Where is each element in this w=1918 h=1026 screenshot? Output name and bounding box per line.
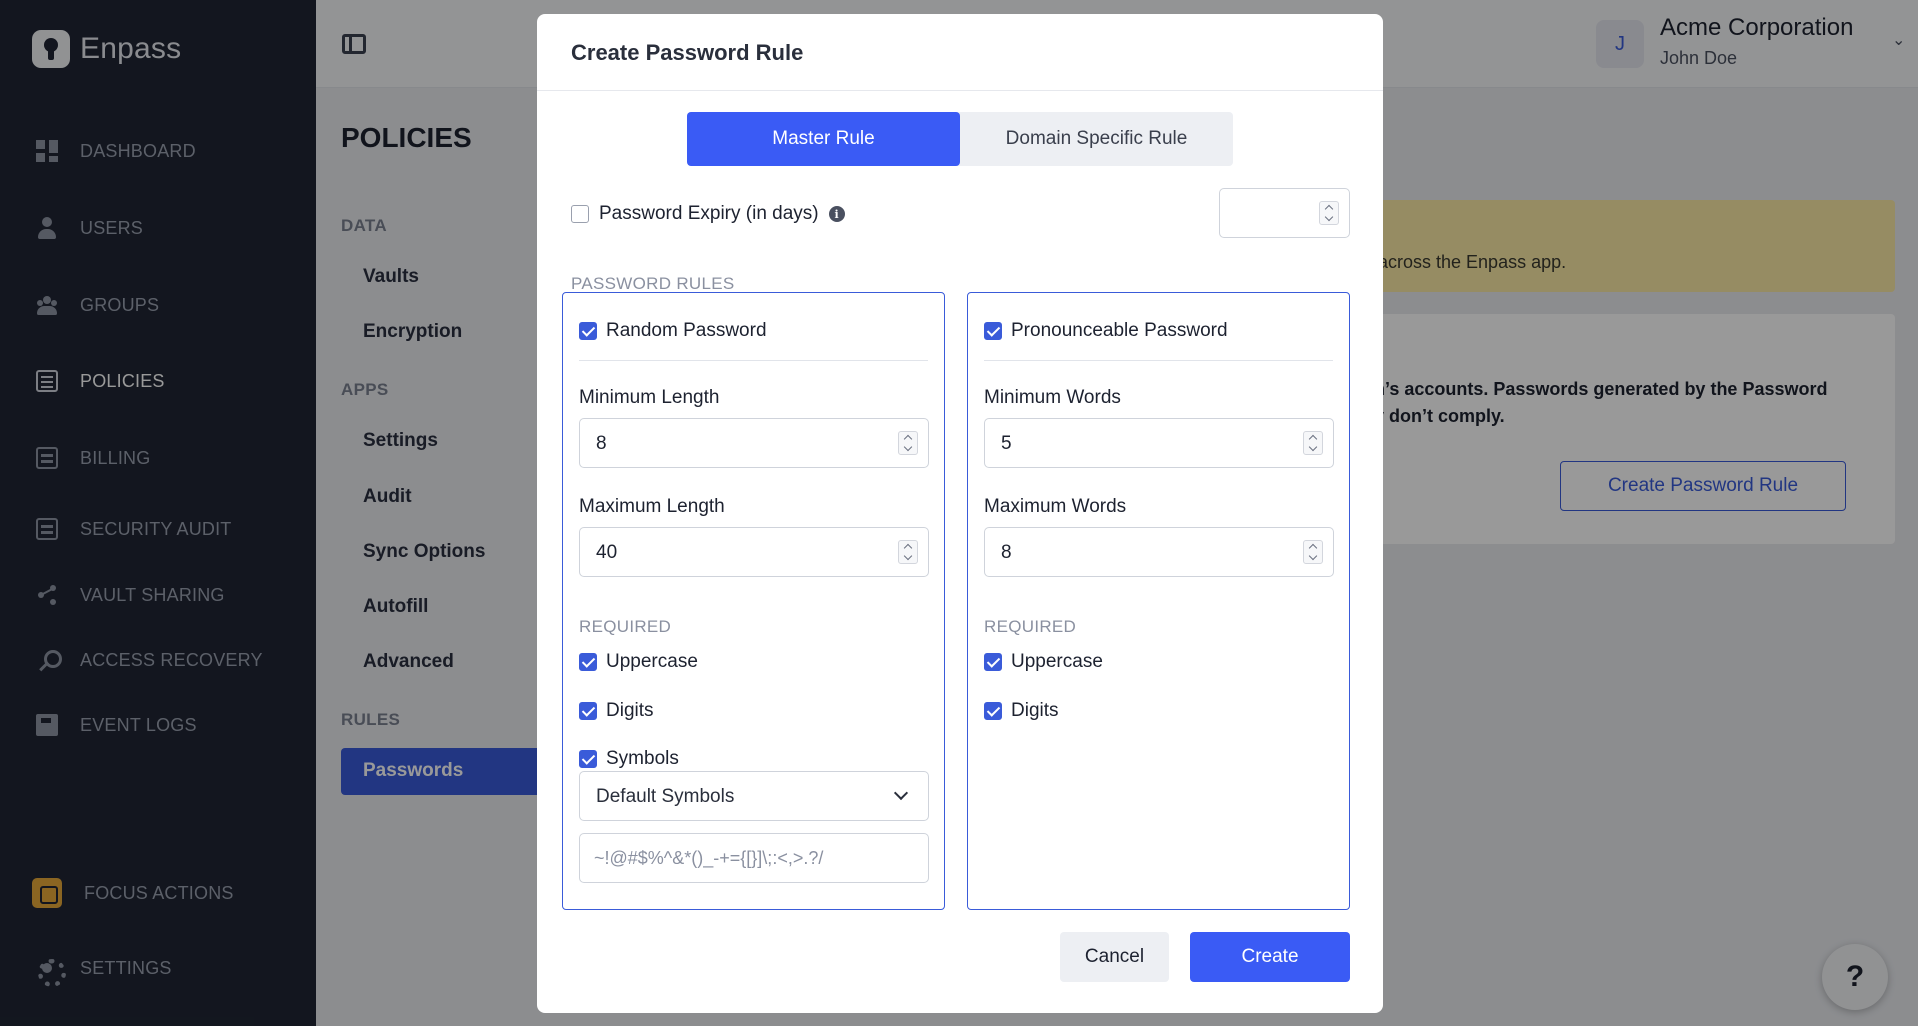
pronounceable-password-panel: Pronounceable Password Minimum Words 5 M… <box>967 292 1350 910</box>
random-symbols-label: Symbols <box>606 748 679 769</box>
minimum-length-value: 8 <box>596 433 607 454</box>
maximum-words-input[interactable]: 8 <box>984 527 1334 577</box>
password-expiry-checkbox[interactable] <box>571 205 589 223</box>
maximum-words-value: 8 <box>1001 542 1012 563</box>
required-label: REQUIRED <box>984 617 1077 636</box>
rule-type-tabs: Master Rule Domain Specific Rule <box>687 112 1233 166</box>
info-icon[interactable]: i <box>828 206 845 222</box>
random-digits-checkbox[interactable] <box>579 702 597 720</box>
tab-domain-specific-rule[interactable]: Domain Specific Rule <box>960 112 1233 166</box>
maximum-length-label: Maximum Length <box>579 496 725 517</box>
random-symbols-row: Symbols <box>579 748 679 770</box>
random-password-header: Random Password <box>579 320 767 342</box>
password-expiry-input[interactable] <box>1219 188 1350 238</box>
create-password-rule-dialog: Create Password Rule Master Rule Domain … <box>537 14 1383 1013</box>
chevron-down-icon <box>893 785 909 801</box>
password-rules-label: PASSWORD RULES <box>571 274 735 293</box>
stepper-icon[interactable] <box>898 540 918 564</box>
random-digits-row: Digits <box>579 700 654 722</box>
random-digits-label: Digits <box>606 700 654 721</box>
symbols-input[interactable]: ~!@#$%^&*()_-+={[}]\;:<,>.?/ <box>579 833 929 883</box>
tab-master-rule[interactable]: Master Rule <box>687 112 960 166</box>
stepper-icon[interactable] <box>1303 431 1323 455</box>
create-button[interactable]: Create <box>1190 932 1350 982</box>
stepper-icon[interactable] <box>898 431 918 455</box>
stepper-icon[interactable] <box>1303 540 1323 564</box>
maximum-length-value: 40 <box>596 542 618 563</box>
pronounceable-uppercase-label: Uppercase <box>1011 651 1103 672</box>
cancel-button[interactable]: Cancel <box>1060 932 1169 982</box>
random-symbols-checkbox[interactable] <box>579 750 597 768</box>
random-password-checkbox[interactable] <box>579 322 597 340</box>
random-password-panel: Random Password Minimum Length 8 Maximum… <box>562 292 945 910</box>
required-label: REQUIRED <box>579 617 672 636</box>
pronounceable-digits-checkbox[interactable] <box>984 702 1002 720</box>
divider <box>579 360 928 361</box>
pronounceable-uppercase-row: Uppercase <box>984 651 1103 673</box>
password-expiry-label: Password Expiry (in days) <box>599 203 819 224</box>
pronounceable-uppercase-checkbox[interactable] <box>984 653 1002 671</box>
random-uppercase-checkbox[interactable] <box>579 653 597 671</box>
minimum-words-input[interactable]: 5 <box>984 418 1334 468</box>
minimum-length-input[interactable]: 8 <box>579 418 929 468</box>
pronounceable-password-header: Pronounceable Password <box>984 320 1228 342</box>
minimum-words-value: 5 <box>1001 433 1012 454</box>
divider <box>984 360 1333 361</box>
minimum-length-label: Minimum Length <box>579 387 720 408</box>
symbols-select[interactable]: Default Symbols <box>579 771 929 821</box>
random-password-title: Random Password <box>606 320 767 341</box>
random-uppercase-row: Uppercase <box>579 651 698 673</box>
pronounceable-password-checkbox[interactable] <box>984 322 1002 340</box>
pronounceable-digits-row: Digits <box>984 700 1059 722</box>
maximum-words-label: Maximum Words <box>984 496 1127 517</box>
dialog-title: Create Password Rule <box>537 14 1383 91</box>
pronounceable-digits-label: Digits <box>1011 700 1059 721</box>
pronounceable-password-title: Pronounceable Password <box>1011 320 1228 341</box>
minimum-words-label: Minimum Words <box>984 387 1121 408</box>
stepper-icon[interactable] <box>1319 201 1339 225</box>
random-uppercase-label: Uppercase <box>606 651 698 672</box>
symbols-select-value: Default Symbols <box>596 786 735 807</box>
password-expiry-row: Password Expiry (in days) i <box>571 203 845 225</box>
maximum-length-input[interactable]: 40 <box>579 527 929 577</box>
